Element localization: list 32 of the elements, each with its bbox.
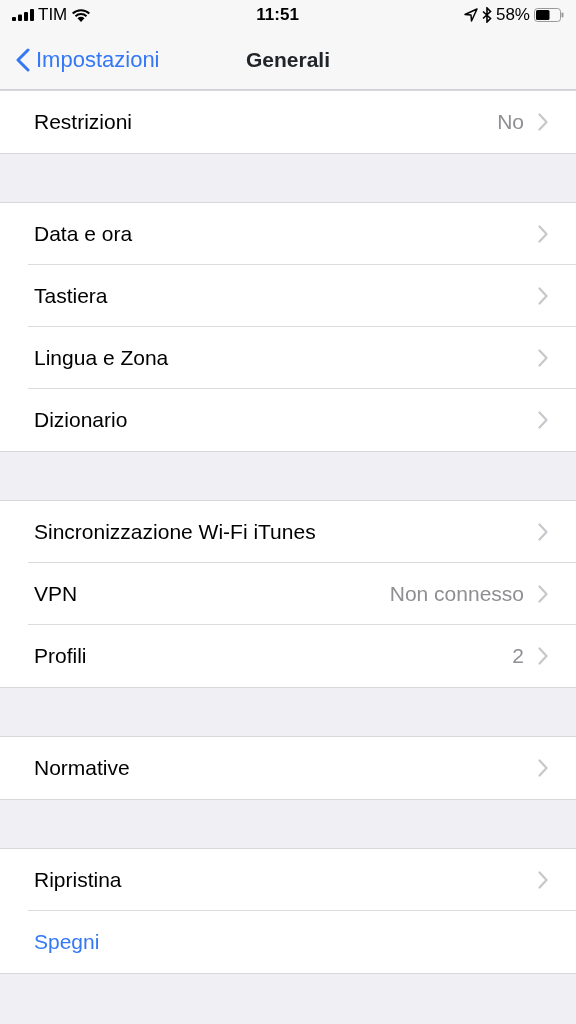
- settings-row[interactable]: Tastiera: [28, 265, 576, 327]
- battery-percent: 58%: [495, 4, 530, 27]
- signal-icon: [12, 9, 34, 21]
- settings-row[interactable]: Dizionario: [28, 389, 576, 451]
- carrier-name: TIM: [38, 4, 68, 27]
- battery-icon: [534, 8, 564, 22]
- chevron-icon: [538, 348, 548, 367]
- chevron-icon: [538, 286, 548, 305]
- chevron-icon: [538, 411, 548, 429]
- status-time: 11:51: [256, 4, 299, 27]
- wifi-icon: [71, 8, 92, 22]
- chevron-icon: [538, 522, 548, 541]
- chevron-icon: [538, 870, 548, 889]
- settings-row[interactable]: Normative: [28, 737, 576, 799]
- chevron-icon: [538, 759, 548, 777]
- chevron-icon: [538, 647, 548, 665]
- settings-row[interactable]: Data e ora: [28, 203, 576, 265]
- settings-row[interactable]: Spegni: [28, 911, 576, 973]
- back-button[interactable]: Impostazioni: [0, 43, 160, 76]
- page-title: Generali: [245, 47, 330, 71]
- chevron-icon: [538, 584, 548, 603]
- settings-row[interactable]: Ripristina: [28, 849, 576, 911]
- settings-row[interactable]: Profili 2: [28, 625, 576, 687]
- chevron-icon: [538, 224, 548, 243]
- bluetooth-icon: [481, 7, 492, 23]
- chevron-icon: [538, 113, 548, 131]
- settings-row[interactable]: Lingua e Zona: [28, 327, 576, 389]
- location-arrow-icon: [463, 8, 478, 22]
- back-chevron-icon: [16, 47, 30, 72]
- settings-row[interactable]: VPN Non connesso: [28, 563, 576, 625]
- settings-row[interactable]: Restrizioni No: [28, 91, 576, 153]
- settings-row[interactable]: Sincronizzazione Wi-Fi iTunes: [28, 501, 576, 563]
